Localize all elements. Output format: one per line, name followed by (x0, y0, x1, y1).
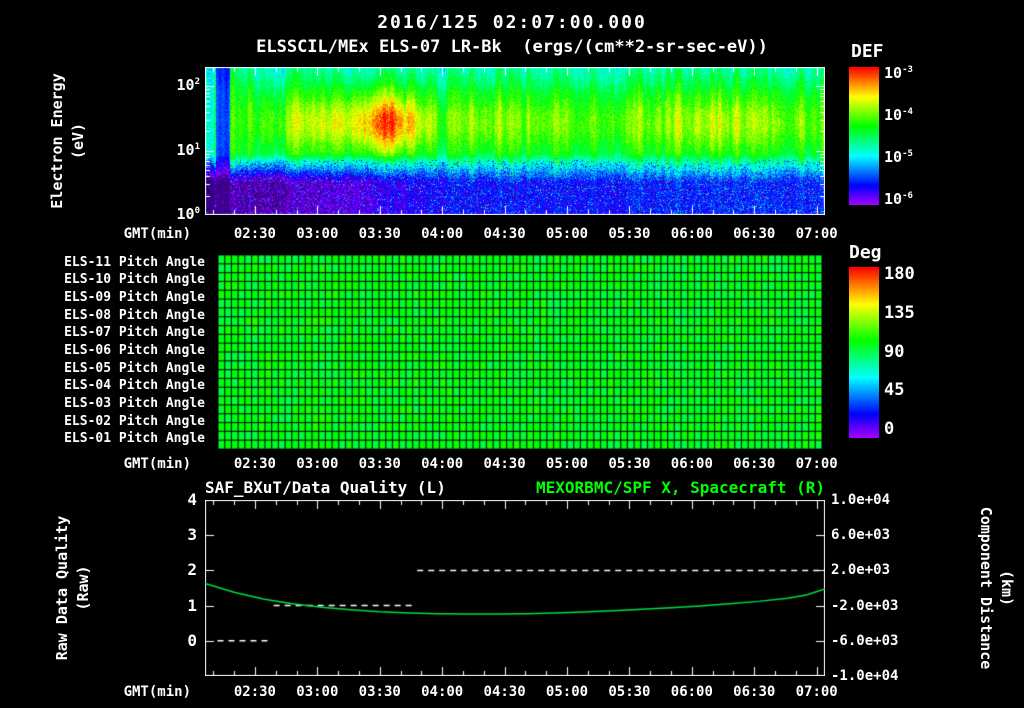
time-tick-pitch-05:30: 05:30 (608, 456, 651, 472)
pitch-row-label-1: ELS-10 Pitch Angle (64, 272, 205, 288)
time-tick-spec-04:30: 04:30 (483, 226, 526, 242)
time-tick-spec-02:30: 02:30 (233, 226, 276, 242)
pitch-row-label-7: ELS-04 Pitch Angle (64, 378, 205, 394)
time-tick-quality-05:30: 05:30 (608, 684, 651, 700)
def-cbar-tick-0: 10-3 (884, 64, 913, 82)
time-tick-pitch-07:00: 07:00 (795, 456, 838, 472)
deg-cbar-tick-1: 135 (884, 302, 915, 323)
pitch-row-label-9: ELS-02 Pitch Angle (64, 413, 205, 429)
energy-tick-0: 100 (176, 205, 200, 223)
time-tick-spec-07:00: 07:00 (795, 226, 838, 242)
deg-cbar-tick-3: 45 (884, 380, 905, 401)
time-tick-spec-04:00: 04:00 (421, 226, 464, 242)
deg-cbar-tick-4: 0 (884, 419, 895, 439)
time-tick-pitch-02:30: 02:30 (233, 456, 276, 472)
time-tick-pitch-06:00: 06:00 (670, 456, 713, 472)
deg-cbar-tick-2: 90 (884, 341, 905, 362)
pitch-row-label-4: ELS-07 Pitch Angle (64, 325, 205, 341)
time-tick-quality-03:00: 03:00 (296, 684, 339, 700)
energy-tick-1: 101 (176, 140, 200, 159)
quality-tick-3: 3 (187, 525, 197, 545)
time-tick-quality-06:00: 06:00 (670, 684, 713, 700)
time-tick-pitch-06:30: 06:30 (733, 456, 776, 472)
time-tick-quality-03:30: 03:30 (358, 684, 401, 700)
time-tick-spec-05:30: 05:30 (608, 226, 651, 242)
time-tick-pitch-03:00: 03:00 (296, 456, 339, 472)
time-tick-quality-04:30: 04:30 (483, 684, 526, 700)
def-cbar-tick-1: 10-4 (884, 106, 913, 124)
time-tick-pitch-04:00: 04:00 (421, 456, 464, 472)
pitch-row-label-6: ELS-05 Pitch Angle (64, 360, 205, 376)
energy-tick-2: 102 (176, 76, 200, 95)
time-tick-pitch-05:00: 05:00 (545, 456, 589, 472)
pitch-row-label-3: ELS-08 Pitch Angle (64, 307, 205, 323)
deg-cbar-tick-0: 180 (884, 264, 915, 284)
pitch-row-label-0: ELS-11 Pitch Angle (64, 254, 205, 270)
quality-tick-2: 2 (187, 560, 197, 580)
distance-tick-1: 6.0e+03 (831, 527, 891, 544)
time-tick-quality-02:30: 02:30 (233, 684, 276, 700)
quality-tick-1: 1 (187, 595, 197, 615)
time-tick-spec-05:00: 05:00 (545, 226, 589, 242)
distance-tick-2: 2.0e+03 (831, 562, 891, 579)
def-cbar-tick-2: 10-5 (884, 148, 913, 166)
mex-els-summary-plot: 2016/125 02:07:00.000 ELSSCIL/MEx ELS-07… (0, 0, 1024, 708)
distance-tick-4: -6.0e+03 (831, 632, 899, 649)
quality-tick-0: 0 (187, 630, 197, 650)
time-tick-pitch-04:30: 04:30 (483, 456, 526, 472)
time-tick-spec-06:30: 06:30 (733, 226, 776, 242)
def-cbar-tick-3: 10-6 (884, 190, 913, 208)
distance-tick-5: -1.0e+04 (831, 668, 899, 684)
pitch-row-label-2: ELS-09 Pitch Angle (64, 290, 205, 306)
tick-label-layer: 02:30 03:00 03:30 04:00 04:30 05:00 05:30 06:00… (0, 0, 1024, 708)
quality-tick-4: 4 (187, 490, 197, 509)
time-tick-spec-03:00: 03:00 (296, 226, 339, 242)
pitch-row-label-10: ELS-01 Pitch Angle (64, 431, 205, 447)
time-tick-quality-06:30: 06:30 (733, 684, 776, 700)
pitch-row-label-8: ELS-03 Pitch Angle (64, 395, 205, 411)
time-tick-pitch-03:30: 03:30 (358, 456, 401, 472)
time-tick-spec-06:00: 06:00 (670, 226, 713, 242)
pitch-row-label-5: ELS-06 Pitch Angle (64, 343, 205, 358)
time-tick-quality-07:00: 07:00 (795, 684, 838, 700)
distance-tick-3: -2.0e+03 (831, 597, 899, 614)
distance-tick-0: 1.0e+04 (831, 492, 891, 508)
time-tick-spec-03:30: 03:30 (358, 226, 401, 242)
time-tick-quality-05:00: 05:00 (545, 684, 589, 700)
time-tick-quality-04:00: 04:00 (421, 684, 464, 700)
